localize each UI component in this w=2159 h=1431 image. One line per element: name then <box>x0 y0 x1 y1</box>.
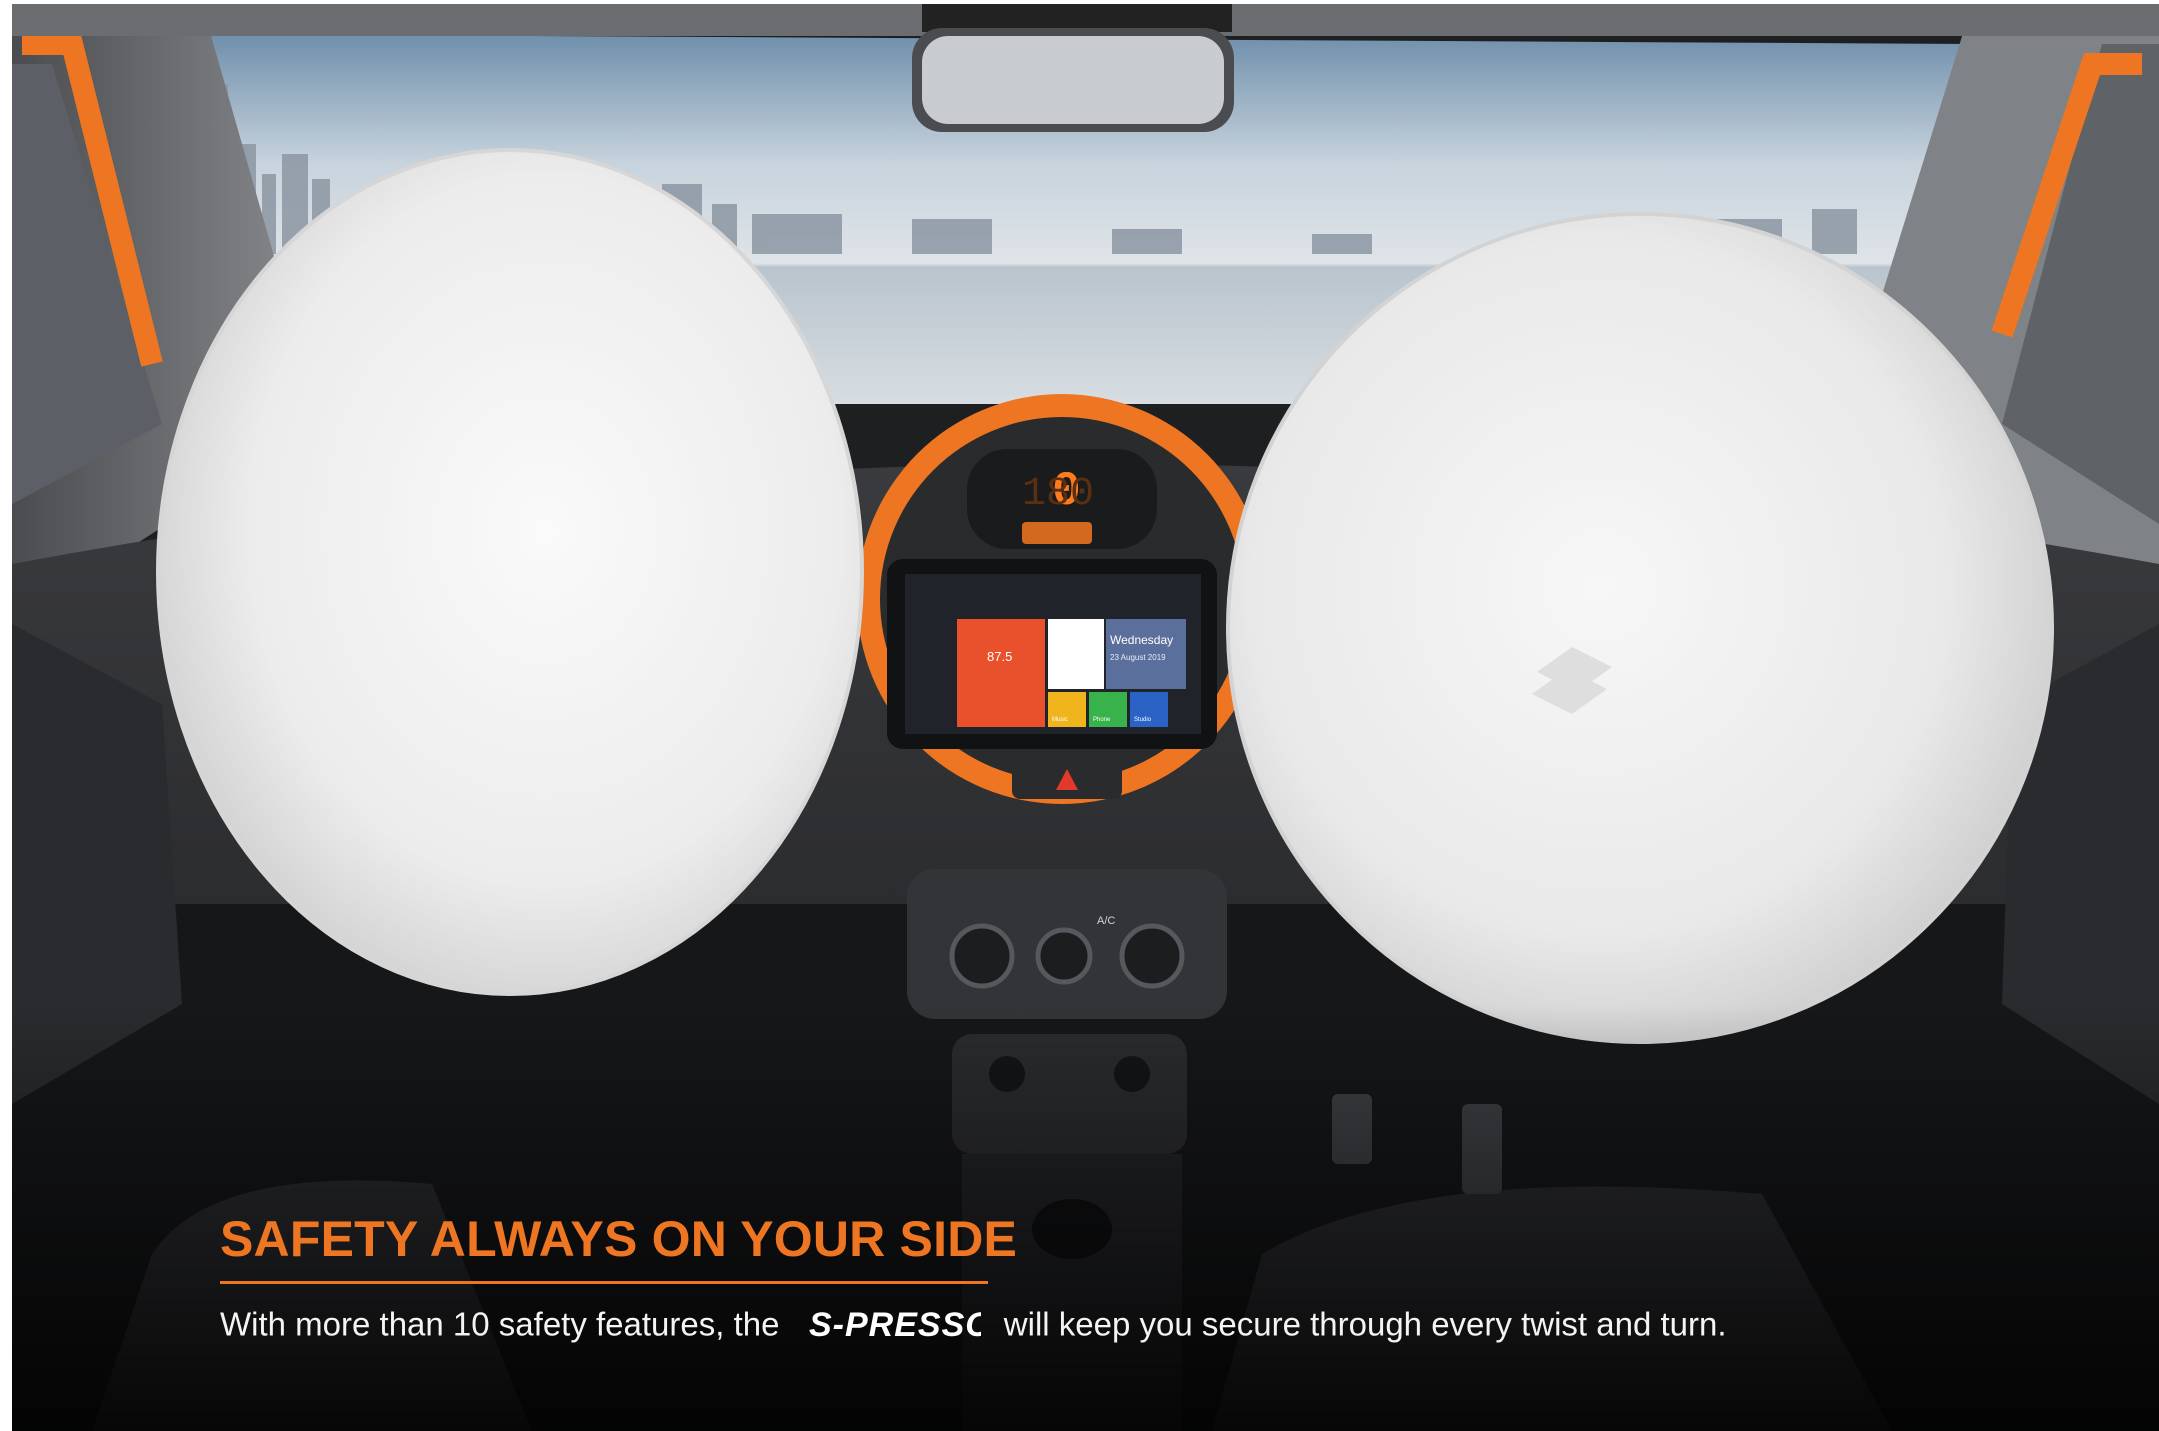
radio-frequency: 87.5 <box>987 649 1012 664</box>
infotainment-date: 23 August 2019 <box>1110 653 1166 662</box>
subline-text-after: will keep you secure through every twist… <box>1003 1305 1727 1343</box>
spresso-logo-icon: S-PRESSO <box>809 1306 981 1344</box>
banner-headline: SAFETY ALWAYS ON YOUR SIDE <box>220 1211 1018 1267</box>
cluster-trip: 180 <box>1022 472 1094 517</box>
hero-banner: 0 180 87.5 Wednesday 23 August 2019 Musi… <box>12 4 2159 1431</box>
driver-airbag <box>1226 212 2054 1044</box>
app-phone: Phone <box>1093 717 1111 723</box>
app-studio: Studio <box>1134 717 1152 723</box>
passenger-airbag <box>156 148 864 996</box>
app-music: Music <box>1052 717 1068 723</box>
ac-label: A/C <box>1097 915 1115 927</box>
banner-subline: With more than 10 safety features, the S… <box>220 1302 2120 1344</box>
banner-caption: SAFETY ALWAYS ON YOUR SIDE With more tha… <box>220 1212 2120 1344</box>
subline-text-before: With more than 10 safety features, the <box>220 1305 780 1343</box>
infotainment-day: Wednesday <box>1110 633 1173 647</box>
headline-underline <box>220 1281 988 1284</box>
svg-text:S-PRESSO: S-PRESSO <box>809 1306 981 1344</box>
